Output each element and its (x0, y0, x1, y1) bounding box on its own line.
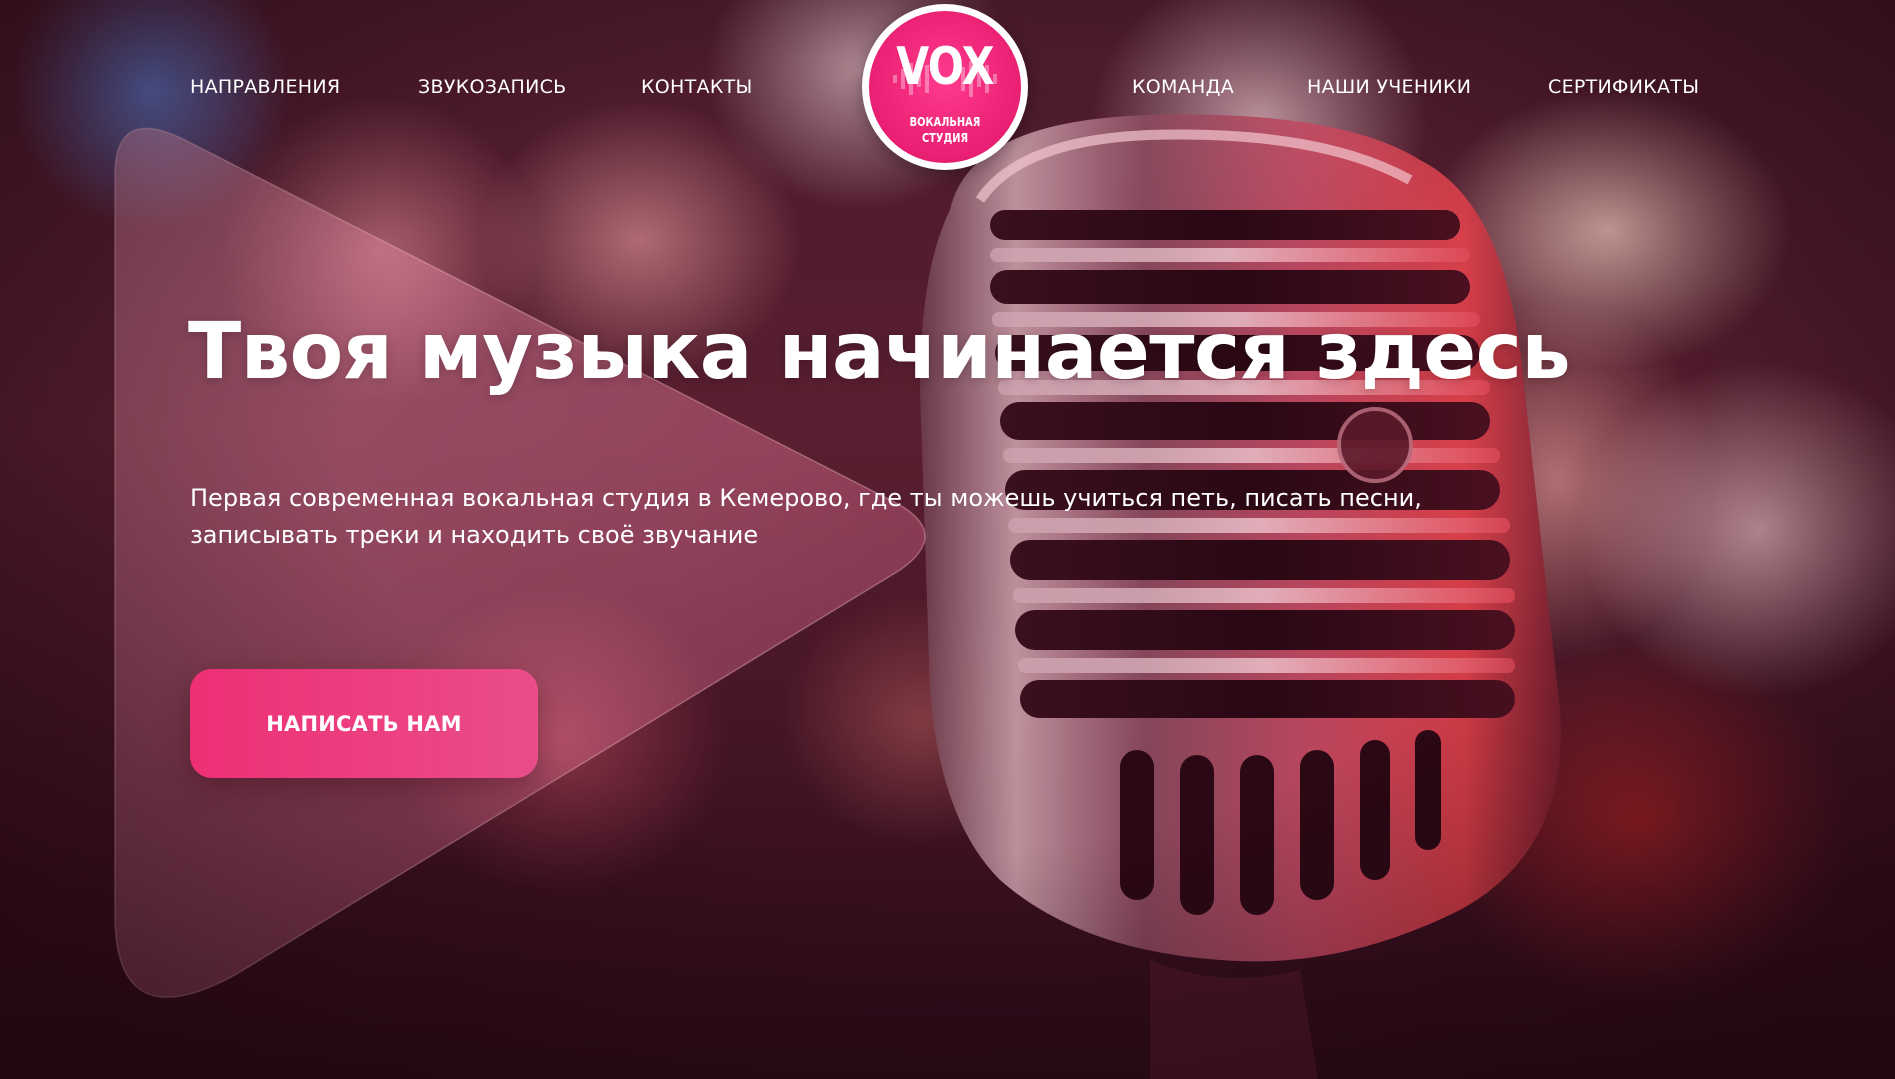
nav-link-team[interactable]: КОМАНДА (1132, 74, 1234, 100)
hero-subtitle-line2: записывать треки и находить своё звучани… (190, 521, 759, 549)
hero-title: Твоя музыка начинается здесь (188, 307, 1571, 397)
write-to-us-button[interactable]: НАПИСАТЬ НАМ (190, 669, 538, 778)
hero-subtitle-line1: Первая современная вокальная студия в Ке… (190, 484, 1422, 512)
nav-link-directions[interactable]: НАПРАВЛЕНИЯ (190, 74, 340, 100)
vox-logo[interactable]: VOX ВОКАЛЬНАЯ СТУДИЯ (862, 4, 1028, 170)
nav-link-contacts[interactable]: КОНТАКТЫ (641, 74, 753, 100)
logo-subtitle-line1: ВОКАЛЬНАЯ (909, 115, 981, 129)
hero-subtitle: Первая современная вокальная студия в Ке… (190, 480, 1490, 554)
logo-subtitle-line2: СТУДИЯ (921, 131, 969, 145)
nav-link-students[interactable]: НАШИ УЧЕНИКИ (1307, 74, 1471, 100)
nav-link-recording[interactable]: ЗВУКОЗАПИСЬ (418, 74, 567, 100)
nav-link-certificates[interactable]: СЕРТИФИКАТЫ (1548, 74, 1699, 100)
logo-badge: VOX ВОКАЛЬНАЯ СТУДИЯ (869, 11, 1021, 163)
logo-wordmark: VOX (896, 37, 994, 97)
hero-page: НАПРАВЛЕНИЯ ЗВУКОЗАПИСЬ КОНТАКТЫ VOX ВОК… (0, 0, 1895, 1079)
